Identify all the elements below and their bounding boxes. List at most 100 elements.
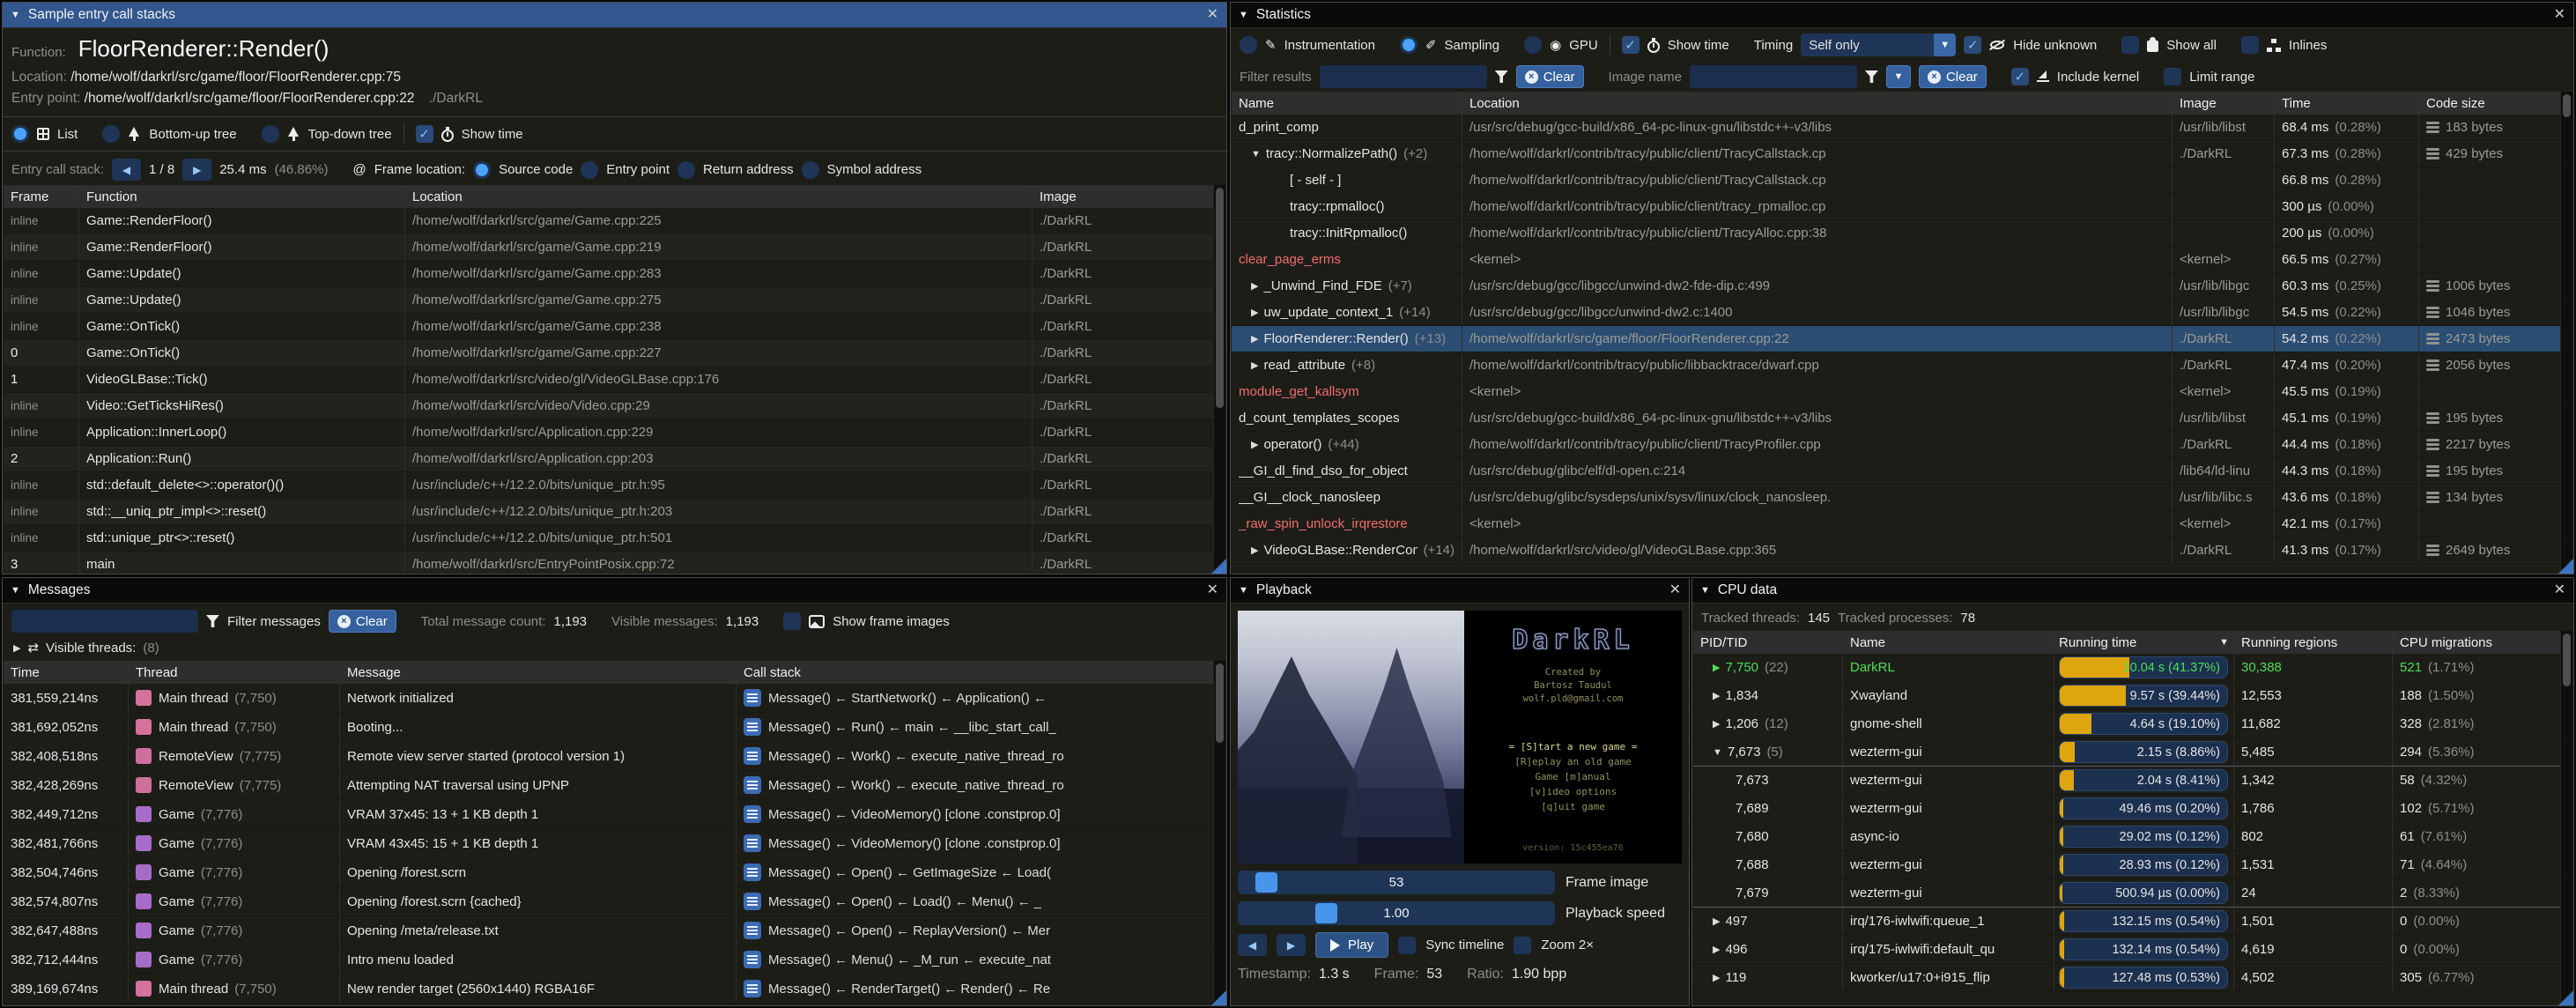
close-icon[interactable]: ✕ <box>2554 583 2565 597</box>
expand-arrow-icon[interactable]: ▶ <box>1251 333 1258 345</box>
table-row[interactable]: inline Game::RenderFloor() /home/wolf/da… <box>4 234 1225 261</box>
expand-arrow-icon[interactable]: ▶ <box>13 642 20 654</box>
table-row[interactable]: 7,688 wezterm-gui 28.93 ms (0.12%) 1,531… <box>1693 851 2572 879</box>
filter-results-input[interactable] <box>1320 65 1487 88</box>
cpu-titlebar[interactable]: ▼ CPU data ✕ <box>1692 578 2573 604</box>
callstack-list-icon[interactable] <box>744 951 761 968</box>
table-row[interactable]: inline Game::Update() /home/wolf/darkrl/… <box>4 261 1225 287</box>
table-row[interactable]: ▶ 7,750 (22) DarkRL 10.04 s (41.37%) 30,… <box>1693 654 2572 682</box>
callstack-list-icon[interactable] <box>744 747 761 765</box>
table-row[interactable]: inline Game::RenderFloor() /home/wolf/da… <box>4 208 1225 234</box>
inlines-checkbox[interactable] <box>2241 36 2259 54</box>
callstack-list-icon[interactable] <box>744 805 761 823</box>
table-row[interactable]: ▼ 7,673 (5) wezterm-gui 2.15 s (8.86%) 5… <box>1693 738 2572 767</box>
table-row[interactable]: ▶ 119 kworker/u17:0+i915_flip 127.48 ms … <box>1693 964 2572 992</box>
table-row[interactable]: 389,169,674ns Main thread (7,750) New re… <box>4 975 1225 1004</box>
table-row[interactable]: inline std::__uniq_ptr_impl<>::reset() /… <box>4 499 1225 525</box>
column-header-pid-tid[interactable]: PID/TID <box>1693 631 1843 654</box>
table-row[interactable]: 382,712,444ns Game (7,776) Intro menu lo… <box>4 945 1225 975</box>
table-row[interactable]: __GI__clock_nanosleep /usr/src/debug/gli… <box>1232 485 2572 511</box>
cpu-scrollbar[interactable] <box>2560 631 2572 1004</box>
table-row[interactable]: inline Game::Update() /home/wolf/darkrl/… <box>4 287 1225 314</box>
table-row[interactable]: inline Video::GetTicksHiRes() /home/wolf… <box>4 393 1225 419</box>
table-row[interactable]: _raw_spin_unlock_irqrestore <kernel> <ke… <box>1232 511 2572 537</box>
table-row[interactable]: ▶ 497 irq/176-iwlwifi:queue_1 132.15 ms … <box>1693 908 2572 936</box>
column-header-running-time[interactable]: Running time ▼ <box>2054 631 2234 654</box>
table-row[interactable]: ▶ _Unwind_Find_FDE (+7) /usr/src/debug/g… <box>1232 273 2572 300</box>
collapse-arrow-icon[interactable]: ▼ <box>11 585 20 596</box>
column-header-name[interactable]: Name <box>1232 92 1462 115</box>
prev-call-stack-button[interactable]: ◀ <box>112 159 141 181</box>
show-time-checkbox[interactable] <box>416 125 433 143</box>
instrumentation-radio[interactable] <box>1240 36 1257 54</box>
collapse-arrow-icon[interactable]: ▼ <box>1239 10 1248 20</box>
table-row[interactable]: 3 main /home/wolf/darkrl/src/EntryPointP… <box>4 552 1225 573</box>
show-frame-images-checkbox[interactable] <box>783 612 801 630</box>
expand-arrow-icon[interactable]: ▶ <box>1713 718 1720 730</box>
table-row[interactable]: 382,481,766ns Game (7,776) VRAM 43x45: 1… <box>4 829 1225 858</box>
callstack-list-icon[interactable] <box>744 776 761 794</box>
table-row[interactable]: ▶ operator() (+44) /home/wolf/darkrl/con… <box>1232 432 2572 458</box>
table-row[interactable]: ▶ uw_update_context_1 (+14) /usr/src/deb… <box>1232 300 2572 326</box>
samples-scrollbar[interactable] <box>1213 185 1225 573</box>
column-header-time[interactable]: Time <box>2275 92 2419 115</box>
resize-grip[interactable] <box>1211 990 1226 1005</box>
callstack-list-icon[interactable] <box>744 834 761 852</box>
table-row[interactable]: ▶ 496 irq/175-iwlwifi:default_qu 132.14 … <box>1693 936 2572 964</box>
table-row[interactable]: 7,673 wezterm-gui 2.04 s (8.41%) 1,342 5… <box>1693 767 2572 795</box>
close-icon[interactable]: ✕ <box>1207 8 1218 22</box>
column-header-location[interactable]: Location <box>405 185 1033 208</box>
column-header-image[interactable]: Image <box>2173 92 2275 115</box>
table-row[interactable]: 382,449,712ns Game (7,776) VRAM 37x45: 1… <box>4 800 1225 829</box>
column-header-frame[interactable]: Frame <box>4 185 79 208</box>
close-icon[interactable]: ✕ <box>1207 583 1218 597</box>
table-row[interactable]: 7,689 wezterm-gui 49.46 ms (0.20%) 1,786… <box>1693 795 2572 823</box>
table-row[interactable]: tracy::InitRpmalloc() /home/wolf/darkrl/… <box>1232 220 2572 247</box>
table-row[interactable]: d_print_comp /usr/src/debug/gcc-build/x8… <box>1232 115 2572 141</box>
table-row[interactable]: 0 Game::OnTick() /home/wolf/darkrl/src/g… <box>4 340 1225 367</box>
table-row[interactable]: inline Application::InnerLoop() /home/wo… <box>4 419 1225 446</box>
column-header-call-stack[interactable]: Call stack <box>737 661 1225 684</box>
column-header-code-size[interactable]: Code size <box>2419 92 2572 115</box>
table-row[interactable]: inline std::unique_ptr<>::reset() /usr/i… <box>4 525 1225 552</box>
expand-arrow-icon[interactable]: ▶ <box>1251 280 1258 292</box>
image-name-input[interactable] <box>1690 65 1857 88</box>
show-time-checkbox[interactable] <box>1622 36 1640 54</box>
column-header-name[interactable]: Name <box>1843 631 2054 654</box>
clear-filter-button[interactable]: ×Clear <box>1516 65 1584 88</box>
table-row[interactable]: 382,574,807ns Game (7,776) Opening /fore… <box>4 887 1225 916</box>
clear-messages-button[interactable]: ×Clear <box>329 610 396 633</box>
top-down-tree-radio[interactable] <box>262 125 279 143</box>
table-row[interactable]: tracy::rpmalloc() /home/wolf/darkrl/cont… <box>1232 194 2572 220</box>
table-row[interactable]: 7,680 async-io 29.02 ms (0.12%) 802 61 (… <box>1693 823 2572 851</box>
show-all-checkbox[interactable] <box>2121 36 2139 54</box>
scrollbar-thumb[interactable] <box>1216 188 1224 408</box>
frame-image-slider[interactable]: 53 <box>1238 871 1555 894</box>
table-row[interactable]: ▼ tracy::NormalizePath() (+2) /home/wolf… <box>1232 141 2572 167</box>
column-header-function[interactable]: Function <box>79 185 405 208</box>
play-button[interactable]: Play <box>1315 932 1388 958</box>
symbol-address-radio[interactable] <box>802 161 819 179</box>
close-icon[interactable]: ✕ <box>2554 8 2565 22</box>
playback-titlebar[interactable]: ▼ Playback ✕ <box>1231 578 1689 604</box>
statistics-scrollbar[interactable] <box>2560 92 2572 573</box>
samples-titlebar[interactable]: ▼ Sample entry call stacks ✕ <box>3 3 1226 28</box>
callstack-list-icon[interactable] <box>744 863 761 881</box>
column-header-thread[interactable]: Thread <box>129 661 340 684</box>
column-header-cpu-migrations[interactable]: CPU migrations <box>2393 631 2572 654</box>
table-row[interactable]: ▶ read_attribute (+8) /home/wolf/darkrl/… <box>1232 352 2572 379</box>
image-dropdown-button[interactable]: ▼ <box>1886 65 1911 88</box>
sync-timeline-checkbox[interactable] <box>1398 937 1416 954</box>
table-row[interactable]: 382,428,269ns RemoteView (7,775) Attempt… <box>4 771 1225 800</box>
step-back-button[interactable]: ◀ <box>1238 934 1267 956</box>
table-row[interactable]: ▶ VideoGLBase::RenderContent() (+14) /ho… <box>1232 537 2572 564</box>
expand-arrow-icon[interactable]: ▶ <box>1713 915 1720 927</box>
resize-grip[interactable] <box>2558 990 2573 1005</box>
table-row[interactable]: 382,408,518ns RemoteView (7,775) Remote … <box>4 742 1225 771</box>
table-row[interactable]: 382,647,488ns Game (7,776) Opening /meta… <box>4 916 1225 945</box>
visible-threads-label[interactable]: Visible threads: <box>46 641 136 656</box>
table-row[interactable]: 381,692,052ns Main thread (7,750) Bootin… <box>4 713 1225 742</box>
collapse-arrow-icon[interactable]: ▼ <box>1700 585 1710 596</box>
source-code-radio[interactable] <box>473 161 491 179</box>
expand-arrow-icon[interactable]: ▶ <box>1713 944 1720 955</box>
